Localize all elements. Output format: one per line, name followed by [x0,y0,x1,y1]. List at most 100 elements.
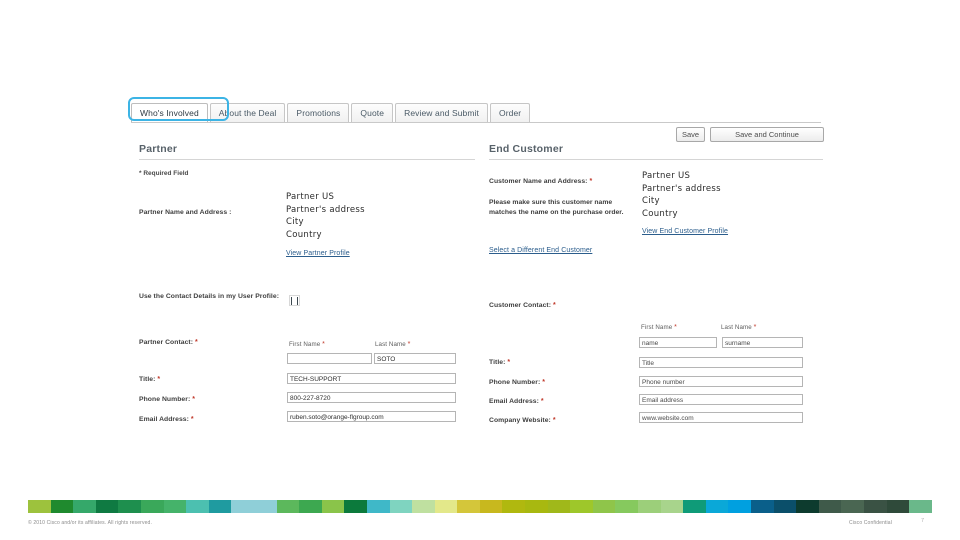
band-segment [796,500,819,513]
band-segment [751,500,774,513]
partner-phone-input[interactable]: 800-227-8720 [287,392,456,403]
required-asterisk: * [542,379,545,386]
wizard-tab-who-s-involved[interactable]: Who's Involved [131,103,208,122]
partner-phone-label-text: Phone Number: [139,396,191,403]
customer-last-name-caption-text: Last Name [721,324,752,331]
use-contact-details-checkbox[interactable] [289,295,300,306]
band-segment [231,500,254,513]
action-button-bar: Save Save and Continue [676,127,824,142]
customer-last-name-caption: Last Name * [721,324,756,331]
required-field-note: * Required Field [139,170,189,177]
band-segment [886,500,910,513]
customer-website-input[interactable]: www.website.com [639,412,803,423]
band-segment [118,500,141,513]
customer-phone-input[interactable]: Phone number [639,376,803,387]
required-asterisk: * [192,396,195,403]
band-segment [841,500,864,513]
customer-title-label: Title: * [489,358,510,368]
customer-contact-label-text: Customer Contact: [489,302,552,309]
band-segment [773,500,797,513]
band-segment [547,500,571,513]
partner-first-name-caption-text: First Name [289,341,321,348]
band-segment [299,500,322,513]
customer-title-input[interactable]: Title [639,357,803,368]
partner-last-name-caption-text: Last Name [375,341,406,348]
required-asterisk: * [540,398,544,405]
band-segment [344,500,367,513]
footer-confidential-label: Cisco Confidential [849,520,892,526]
band-segment [502,500,526,513]
band-segment [366,500,390,513]
wizard-tab-promotions[interactable]: Promotions [287,103,350,122]
wizard-tab-quote[interactable]: Quote [351,103,394,122]
partner-phone-label: Phone Number: * [139,395,195,405]
customer-contact-label: Customer Contact: * [489,301,556,311]
partner-contact-label-text: Partner Contact: [139,339,194,346]
partner-last-name-input[interactable]: SOTO [374,353,456,364]
partner-email-input[interactable]: ruben.soto@orange-flgroup.com [287,411,456,422]
partner-contact-label: Partner Contact: * [139,338,198,348]
band-segment [163,500,187,513]
partner-first-name-input[interactable] [287,353,372,364]
band-segment [479,500,503,513]
band-segment [705,500,729,513]
band-segment [818,500,842,513]
wizard-tab-strip: Who's Involved About the Deal Promotions Qu… [131,100,821,123]
band-segment [276,500,300,513]
customer-address-text: Partner US Partner's address City Country [642,171,721,219]
band-segment [389,500,413,513]
customer-name-help-text: Please make sure this customer name matc… [489,199,624,216]
customer-website-label-text: Company Website: [489,417,551,424]
end-customer-panel: End Customer Customer Name and Address: … [489,143,823,424]
partner-title-input[interactable]: TECH-SUPPORT [287,373,456,384]
customer-email-label: Email Address: * [489,397,544,407]
required-asterisk: * [157,376,161,383]
band-segment [321,500,345,513]
customer-phone-label: Phone Number: * [489,378,545,388]
partner-title-label-text: Title: [139,376,156,383]
customer-email-input[interactable]: Email address [639,394,803,405]
band-segment [615,500,639,513]
required-asterisk: * [322,341,325,348]
use-contact-details-label: Use the Contact Details in my User Profi… [139,293,280,300]
band-segment [638,500,661,513]
band-segment [660,500,684,513]
customer-website-label: Company Website: * [489,416,556,426]
required-asterisk: * [190,416,194,423]
partner-email-label: Email Address: * [139,415,194,425]
required-asterisk: * [407,341,411,348]
partner-last-name-caption: Last Name * [375,341,410,348]
customer-last-name-input[interactable]: surname [722,337,803,348]
view-partner-profile-link[interactable]: View Partner Profile [286,250,350,257]
required-asterisk: * [674,324,677,331]
partner-section-title: Partner [139,143,475,160]
footer-copyright: © 2010 Cisco and/or its affiliates. All … [28,520,152,526]
save-button[interactable]: Save [676,127,706,142]
band-segment [434,500,458,513]
partner-name-address-label: Partner Name and Address : [139,209,232,216]
required-asterisk: * [753,324,757,331]
required-asterisk: * [552,302,556,309]
wizard-tab-order[interactable]: Order [490,103,531,122]
customer-name-address-label: Customer Name and Address: * [489,177,639,187]
band-segment [863,500,887,513]
partner-panel: Partner * Required Field Partner Name an… [139,143,475,423]
view-end-customer-profile-link[interactable]: View End Customer Profile [642,228,728,235]
select-different-end-customer-link[interactable]: Select a Different End Customer [489,247,592,254]
partner-title-label: Title: * [139,375,160,385]
customer-title-label-text: Title: [489,359,506,366]
band-segment [73,500,96,513]
wizard-tab-about-the-deal[interactable]: About the Deal [209,103,286,122]
customer-phone-label-text: Phone Number: [489,379,541,386]
customer-name-address-label-text: Customer Name and Address: [489,178,588,185]
band-segment [525,500,548,513]
required-asterisk: * [195,339,198,346]
partner-email-label-text: Email Address: [139,416,189,423]
customer-first-name-caption-text: First Name [641,324,673,331]
customer-first-name-input[interactable]: name [639,337,717,348]
save-and-continue-button[interactable]: Save and Continue [710,127,824,142]
wizard-tab-review-and-submit[interactable]: Review and Submit [395,103,489,122]
customer-email-label-text: Email Address: [489,398,539,405]
band-segment [909,500,932,513]
end-customer-section-title: End Customer [489,143,823,160]
